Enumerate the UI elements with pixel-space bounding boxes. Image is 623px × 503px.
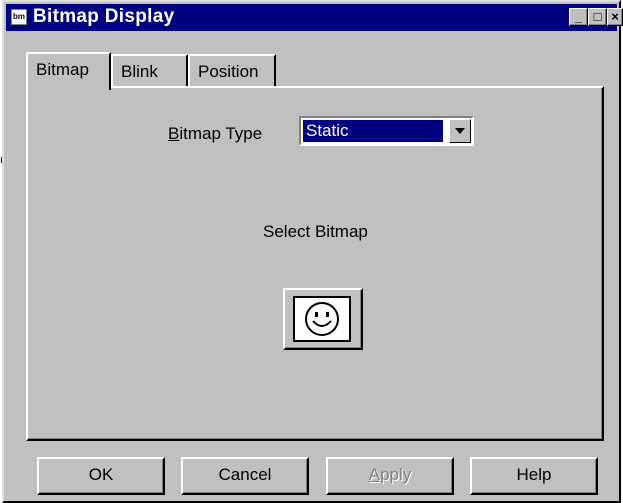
cancel-button[interactable]: Cancel [181, 457, 309, 495]
tab-position[interactable]: Position [188, 54, 276, 88]
title-bar[interactable]: bm Bitmap Display _ □ × [6, 4, 623, 31]
minimize-icon: _ [574, 9, 583, 24]
bitmap-preview [293, 296, 351, 342]
close-button[interactable]: × [607, 8, 623, 26]
dialog-window: bm Bitmap Display _ □ × Bitmap Blink Pos… [2, 0, 623, 503]
apply-accel: A [368, 465, 381, 484]
help-button[interactable]: Help [470, 457, 598, 495]
bitmap-type-label-accel: B [168, 124, 180, 143]
bitmap-type-label: Bitmap Type [168, 124, 262, 144]
tab-blink[interactable]: Blink [111, 54, 188, 88]
smiley-face-icon [305, 302, 339, 336]
chevron-down-icon[interactable] [449, 119, 471, 143]
bitmap-type-value[interactable]: Static [302, 119, 444, 143]
maximize-icon: □ [593, 9, 602, 24]
ok-button[interactable]: OK [37, 457, 165, 495]
window-title: Bitmap Display [33, 6, 175, 27]
close-icon: × [611, 9, 619, 24]
select-bitmap-label: Select Bitmap [263, 222, 368, 241]
tab-bitmap[interactable]: Bitmap [26, 52, 111, 90]
select-bitmap-button[interactable] [283, 288, 363, 350]
app-icon[interactable]: bm [11, 9, 27, 25]
bitmap-type-label-rest: itmap Type [179, 124, 263, 143]
apply-rest: pply [380, 465, 412, 484]
bitmap-type-select[interactable]: Static [299, 116, 474, 146]
maximize-button[interactable]: □ [588, 8, 607, 26]
minimize-button[interactable]: _ [569, 8, 588, 26]
tab-panel-bitmap: Bitmap Type Static Select Bitmap [26, 86, 604, 441]
apply-button[interactable]: Apply [326, 457, 454, 495]
